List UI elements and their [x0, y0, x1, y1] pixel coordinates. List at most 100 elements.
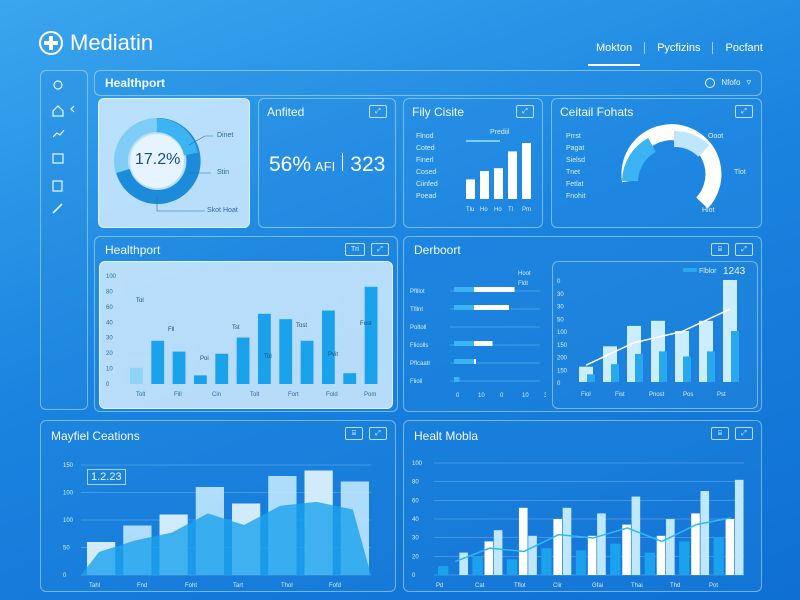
plus-logo-icon — [39, 31, 63, 55]
expand-icon[interactable]: ⤢ — [735, 243, 753, 256]
refresh-icon[interactable] — [53, 80, 63, 90]
kpi-percent: 56% — [269, 153, 312, 176]
settings-icon[interactable] — [705, 77, 716, 88]
bar — [734, 479, 744, 575]
bar — [587, 374, 595, 382]
x-tick-label: Pm — [522, 207, 531, 213]
x-tick-label: Cat — [475, 583, 485, 589]
derboort-combo-chart: 0 30 30 50 100 150 200 150 0 Fiol Fist Pnost Pos Pst — [557, 268, 739, 398]
x-tick-label: Fnd — [137, 583, 147, 589]
bar — [472, 557, 483, 575]
y-tick-label: Pflcaatr — [410, 361, 430, 367]
bar — [454, 287, 474, 292]
panel-button[interactable]: Tri — [345, 243, 365, 256]
y-tick-label: 0 — [557, 381, 561, 387]
bar — [364, 286, 378, 384]
panel-healt-mobla: Healt Mobla ⌸ ⤢ 100 80 60 40 30 20 0 Pd Cat Tflot… — [403, 420, 762, 592]
x-tick-label: Pot — [709, 583, 718, 589]
x-tick-label: Tolt — [250, 392, 260, 398]
cell-legend: Prrst Pagat Sielsd Tnet Fetlat Fnohit — [566, 133, 585, 200]
expand-icon[interactable]: ⤢ — [369, 427, 387, 440]
gauge-label: Tlot — [734, 169, 746, 176]
bar — [707, 351, 715, 382]
legend-item: Finerl — [416, 157, 434, 164]
card-kpi[interactable]: Anfited ⤢ 56% AFI 323 — [258, 98, 396, 228]
bar — [454, 377, 460, 382]
x-tick-label: 30 — [544, 393, 546, 399]
bar — [610, 543, 621, 575]
filter-icon[interactable]: ▿ — [746, 77, 751, 88]
y-tick-label: 200 — [557, 356, 568, 362]
bar — [644, 552, 655, 575]
derboort-title: Derboort — [414, 243, 461, 257]
data-label: Pvit — [328, 352, 338, 358]
nav-divider — [712, 42, 714, 54]
gauge-label: Hlot — [702, 207, 715, 214]
bar — [731, 331, 739, 382]
calendar-icon[interactable] — [52, 153, 64, 164]
y-tick-label: Pflllot — [410, 289, 425, 295]
y-tick-label: 80 — [412, 480, 419, 486]
bar — [322, 310, 335, 384]
cell-title: Ceitail Fohats — [560, 105, 634, 119]
bar — [172, 351, 186, 384]
document-icon[interactable] — [52, 180, 63, 192]
bar — [597, 513, 606, 575]
bar — [493, 530, 503, 575]
bar — [679, 541, 690, 575]
bar — [258, 313, 271, 384]
collapse-icon[interactable] — [70, 105, 75, 113]
bar — [659, 351, 667, 382]
x-tick-label: Foht — [185, 583, 197, 589]
y-tick-label: 150 — [557, 343, 568, 349]
nav-item-pycfizins[interactable]: Pycfizins — [649, 42, 708, 66]
card-cell[interactable]: Ceitail Fohats ⤢ Prrst Pagat Sielsd Tnet… — [551, 98, 762, 228]
bar — [553, 519, 562, 575]
x-tick-label: Cin — [212, 392, 221, 398]
kpi-title: Anfited — [267, 105, 305, 119]
main-header: Healthport Nfofo ▿ — [94, 70, 762, 96]
expand-icon[interactable]: ⤢ — [369, 105, 387, 118]
nav-item-mokton[interactable]: Mokton — [588, 42, 641, 66]
bar — [454, 359, 474, 364]
card-daily[interactable]: Fily Cisite ⤢ Flnod Coted Finerl Cosed C… — [403, 98, 543, 228]
panel-mayfiel: Mayfiel Ceations ⌸ ⤢ 150 100 100 50 0 Tahl Fnd… — [40, 420, 396, 592]
data-label: Tst — [232, 325, 240, 331]
app-logo[interactable]: Mediatin — [38, 30, 153, 56]
legend-item: Pagat — [566, 145, 585, 152]
expand-icon[interactable]: ⤢ — [516, 105, 534, 118]
link-icon[interactable] — [52, 203, 63, 214]
legend-item: Ciinfed — [416, 181, 438, 188]
bar — [130, 367, 143, 384]
bar — [508, 151, 517, 199]
nav-item-pocfant[interactable]: Pocfant — [717, 42, 770, 66]
chart-icon[interactable] — [52, 129, 65, 138]
legend-item: Fnohit — [566, 193, 586, 200]
bar — [522, 143, 531, 199]
x-tick-label: Fold — [326, 392, 338, 398]
panel-button[interactable]: ⌸ — [711, 243, 729, 256]
legend-item: Sielsd — [566, 157, 586, 164]
y-tick-label: 30 — [557, 292, 564, 298]
y-tick-label: 30 — [106, 336, 113, 342]
expand-icon[interactable]: ⤢ — [371, 243, 389, 256]
expand-icon[interactable]: ⤢ — [735, 105, 753, 118]
expand-icon[interactable]: ⤢ — [735, 427, 753, 440]
y-tick-label: 30 — [412, 536, 419, 542]
data-label: Tol — [136, 298, 144, 304]
home-icon[interactable] — [52, 105, 64, 117]
bar — [480, 171, 489, 199]
data-label: Fll — [168, 327, 174, 333]
panel-button[interactable]: ⌸ — [345, 427, 363, 440]
bar — [518, 507, 528, 575]
donut-value: 17.2% — [135, 151, 181, 168]
bar — [438, 566, 449, 575]
x-tick-label: Fofd — [329, 583, 341, 589]
bar — [691, 513, 700, 575]
y-tick-label: Flicolls — [410, 343, 428, 349]
panel-button[interactable]: ⌸ — [711, 427, 729, 440]
x-tick-label: Fist — [615, 392, 625, 398]
daily-title: Fily Cisite — [412, 105, 465, 119]
daily-bar-chart: Tlu Ho Ho Tl Pm — [466, 140, 531, 213]
card-donut[interactable]: 17.2% Dinet Stin Skot Hoat — [98, 98, 250, 228]
